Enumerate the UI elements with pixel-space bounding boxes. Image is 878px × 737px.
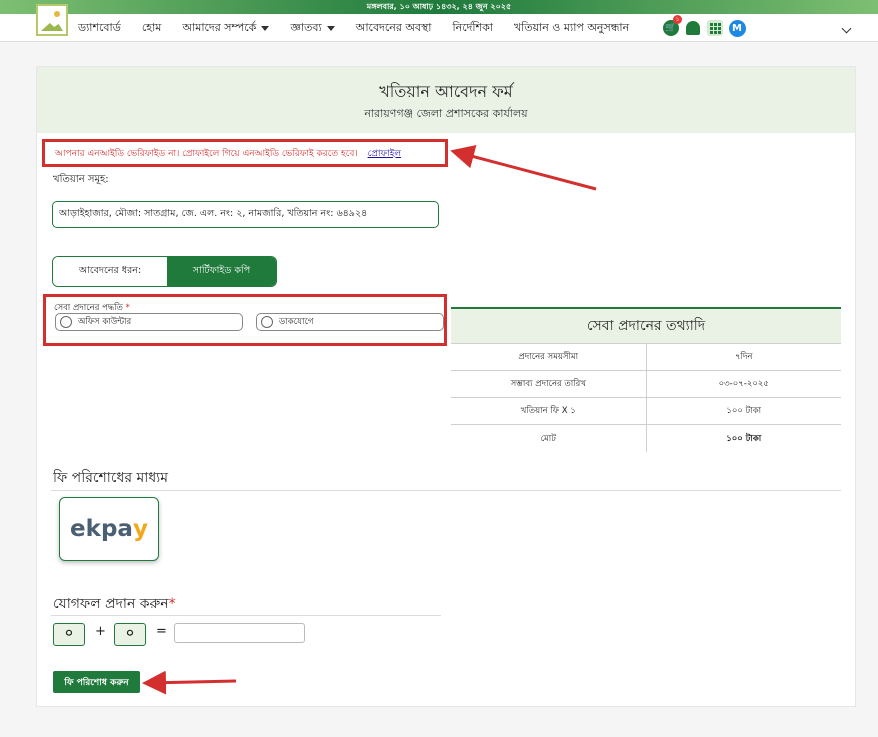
profile-button[interactable]: M <box>728 19 746 37</box>
pay-fee-button[interactable]: ফি পরিশোধ করুন <box>53 671 140 693</box>
cart-button[interactable]: 🛒 ১ <box>662 15 682 37</box>
nav-item-home[interactable]: হোম <box>142 19 162 38</box>
caret-down-icon <box>326 25 335 31</box>
notification-button[interactable] <box>684 19 702 37</box>
ekpay-logo: ekpa <box>70 516 133 542</box>
radio-office-counter[interactable]: অফিস কাউন্টার <box>55 313 243 331</box>
divider <box>51 490 841 491</box>
site-logo[interactable] <box>36 4 68 36</box>
radio-circle-icon <box>60 316 72 328</box>
khatian-label: খতিয়ান সমূহ: <box>53 174 109 185</box>
radio-circle-icon <box>261 316 273 328</box>
nid-warning-box: আপনার এনআইডি ভেরিফাইড না। প্রোফাইলে গিয়… <box>42 139 448 167</box>
apps-button[interactable] <box>706 19 724 37</box>
avatar: M <box>728 19 746 37</box>
ekpay-button[interactable]: ekpa y <box>59 497 159 561</box>
application-type-toggle: আবেদনের ধরন: সার্টিফাইড কপি <box>52 256 277 287</box>
form-subtitle: নারায়ণগঞ্জ জেলা প্রশাসকের কার্যালয় <box>364 107 528 120</box>
divider <box>51 615 441 616</box>
date-text: মঙ্গলবার, ১০ আষাঢ় ১৪৩২, ২৪ জুন ২০২৫ <box>366 2 512 11</box>
captcha-operand-a: ০ <box>53 623 85 646</box>
nav-item-about[interactable]: আমাদের সম্পর্কে <box>182 19 270 38</box>
application-type-certified-copy[interactable]: সার্টিফাইড কপি <box>167 257 276 286</box>
table-row: সম্ভাব্য প্রদানের তারিখ ০৩-০৭-২০২৫ <box>451 371 841 398</box>
table-row-total: মোট ১০০ টাকা <box>451 425 841 452</box>
table-row: খতিয়ান ফি X ১ ১০০ টাকা <box>451 398 841 425</box>
payment-method-title: ফি পরিশোধের মাধ্যম <box>53 470 169 486</box>
cart-badge: ১ <box>673 15 682 24</box>
khatian-field: আড়াইহাজার, মৌজা: সাতগ্রাম, জে. এল. নং: … <box>52 201 439 228</box>
radio-by-post[interactable]: ডাকযোগে <box>256 313 444 331</box>
chevron-down-icon[interactable] <box>841 23 852 34</box>
logo-hill-icon <box>41 23 63 31</box>
application-type-label: আবেদনের ধরন: <box>53 257 167 286</box>
nid-warning-text: আপনার এনআইডি ভেরিফাইড না। প্রোফাইলে গিয়… <box>55 148 358 159</box>
form-title: খতিয়ান আবেদন ফর্ম <box>379 82 513 101</box>
profile-link[interactable]: প্রোফাইল <box>368 146 402 161</box>
caret-down-icon <box>261 25 270 31</box>
form-header: খতিয়ান আবেদন ফর্ম নারায়ণগঞ্জ জেলা প্রশ… <box>37 67 855 133</box>
nav-item-guideline[interactable]: নির্দেশিকা <box>453 19 493 38</box>
nav-item-application-status[interactable]: আবেদনের অবস্থা <box>356 19 432 38</box>
bell-icon <box>686 21 700 35</box>
captcha-title: যোগফল প্রদান করুন* <box>53 596 176 612</box>
date-bar: মঙ্গলবার, ১০ আষাঢ় ১৪৩২, ২৪ জুন ২০২৫ <box>0 0 878 14</box>
logo-sun-icon <box>54 11 60 17</box>
table-row: প্রদানের সময়সীমা ৭দিন <box>451 344 841 371</box>
nav-item-info[interactable]: জ্ঞাতব্য <box>290 19 335 38</box>
navbar: ড্যাশবোর্ড হোম আমাদের সম্পর্কে জ্ঞাতব্য … <box>0 4 878 42</box>
nav-item-dashboard[interactable]: ড্যাশবোর্ড <box>78 19 121 38</box>
nav-item-khatian-search[interactable]: খতিয়ান ও ম্যাপ অনুসন্ধান <box>514 19 629 38</box>
service-info-title: সেবা প্রদানের তথ্যাদি <box>451 309 841 344</box>
captcha-plus: + <box>95 624 106 639</box>
application-form-card: খতিয়ান আবেদন ফর্ম নারায়ণগঞ্জ জেলা প্রশ… <box>36 66 856 707</box>
captcha-equals: = <box>156 624 167 639</box>
nav-icons: 🛒 ১ M <box>662 15 750 37</box>
service-info-table: সেবা প্রদানের তথ্যাদি প্রদানের সময়সীমা ৭… <box>451 307 841 452</box>
captcha-operand-b: ০ <box>114 623 146 646</box>
captcha-answer-input[interactable] <box>174 623 305 643</box>
apps-grid-icon <box>707 20 723 36</box>
nav-menu: ড্যাশবোর্ড হোম আমাদের সম্পর্কে জ্ঞাতব্য … <box>78 14 650 42</box>
delivery-method-box: সেবা প্রদানের পদ্ধতি * অফিস কাউন্টার ডাক… <box>43 294 447 346</box>
